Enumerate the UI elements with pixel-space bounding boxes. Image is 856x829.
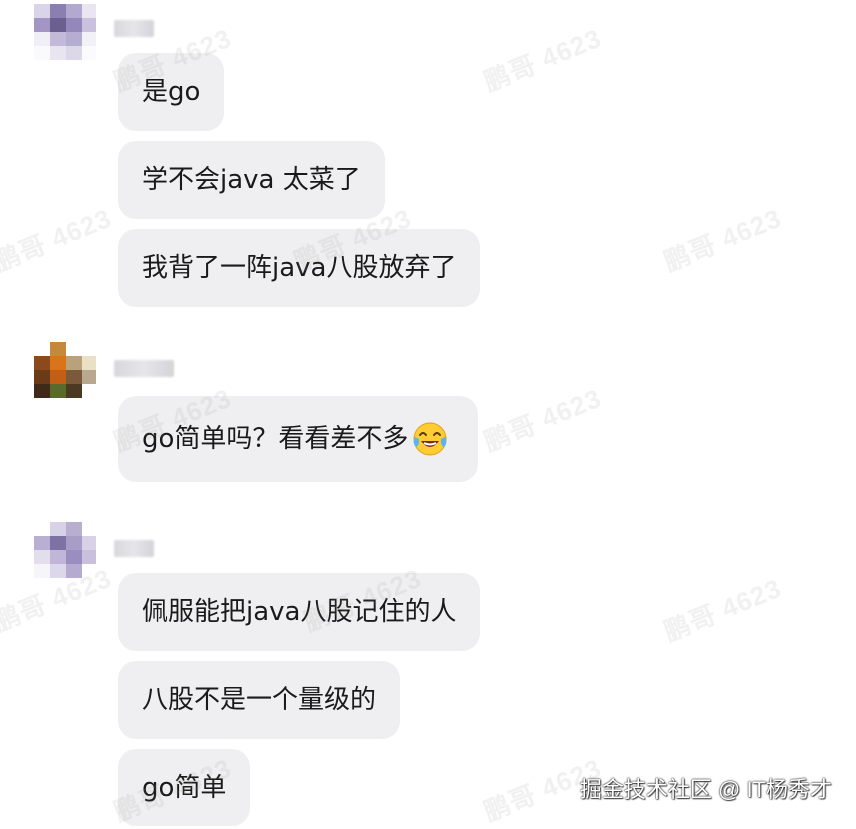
message-bubble[interactable]: go简单 (118, 749, 251, 826)
laughing-crying-emoji-icon (412, 421, 448, 457)
watermark: 鹏哥 4623 (659, 202, 786, 278)
message-bubble[interactable]: 学不会java 太菜了 (118, 141, 385, 219)
watermark: 鹏哥 4623 (479, 382, 606, 458)
message-bubble[interactable]: 是go (118, 53, 225, 131)
watermark: 鹏哥 4623 (479, 22, 606, 98)
message-bubble[interactable]: 佩服能把java八股记住的人 (118, 573, 481, 651)
platform-watermark: 掘金技术社区 @ IT杨秀才 (579, 777, 832, 802)
sender-name-blurred[interactable] (114, 360, 174, 377)
message-text: go简单吗？看看差不多 (142, 424, 409, 454)
watermark: 鹏哥 4623 (0, 202, 116, 278)
message-text: 学不会java 太菜了 (142, 165, 361, 195)
message-text: 八股不是一个量级的 (142, 685, 377, 715)
message-text: go简单 (142, 772, 227, 803)
sender-name-blurred[interactable] (114, 540, 154, 557)
message-text: 是go (142, 77, 201, 107)
avatar[interactable] (34, 522, 96, 578)
sender-name-blurred[interactable] (114, 20, 154, 37)
message-bubble[interactable]: 八股不是一个量级的 (118, 661, 401, 739)
message-text: 我背了一阵java八股放弃了 (142, 253, 457, 283)
message-bubble[interactable]: 我背了一阵java八股放弃了 (118, 229, 481, 307)
avatar[interactable] (34, 342, 96, 398)
message-bubble[interactable]: go简单吗？看看差不多 (118, 396, 479, 482)
message-text: 佩服能把java八股记住的人 (142, 597, 457, 627)
watermark: 鹏哥 4623 (659, 572, 786, 648)
avatar[interactable] (34, 4, 96, 60)
